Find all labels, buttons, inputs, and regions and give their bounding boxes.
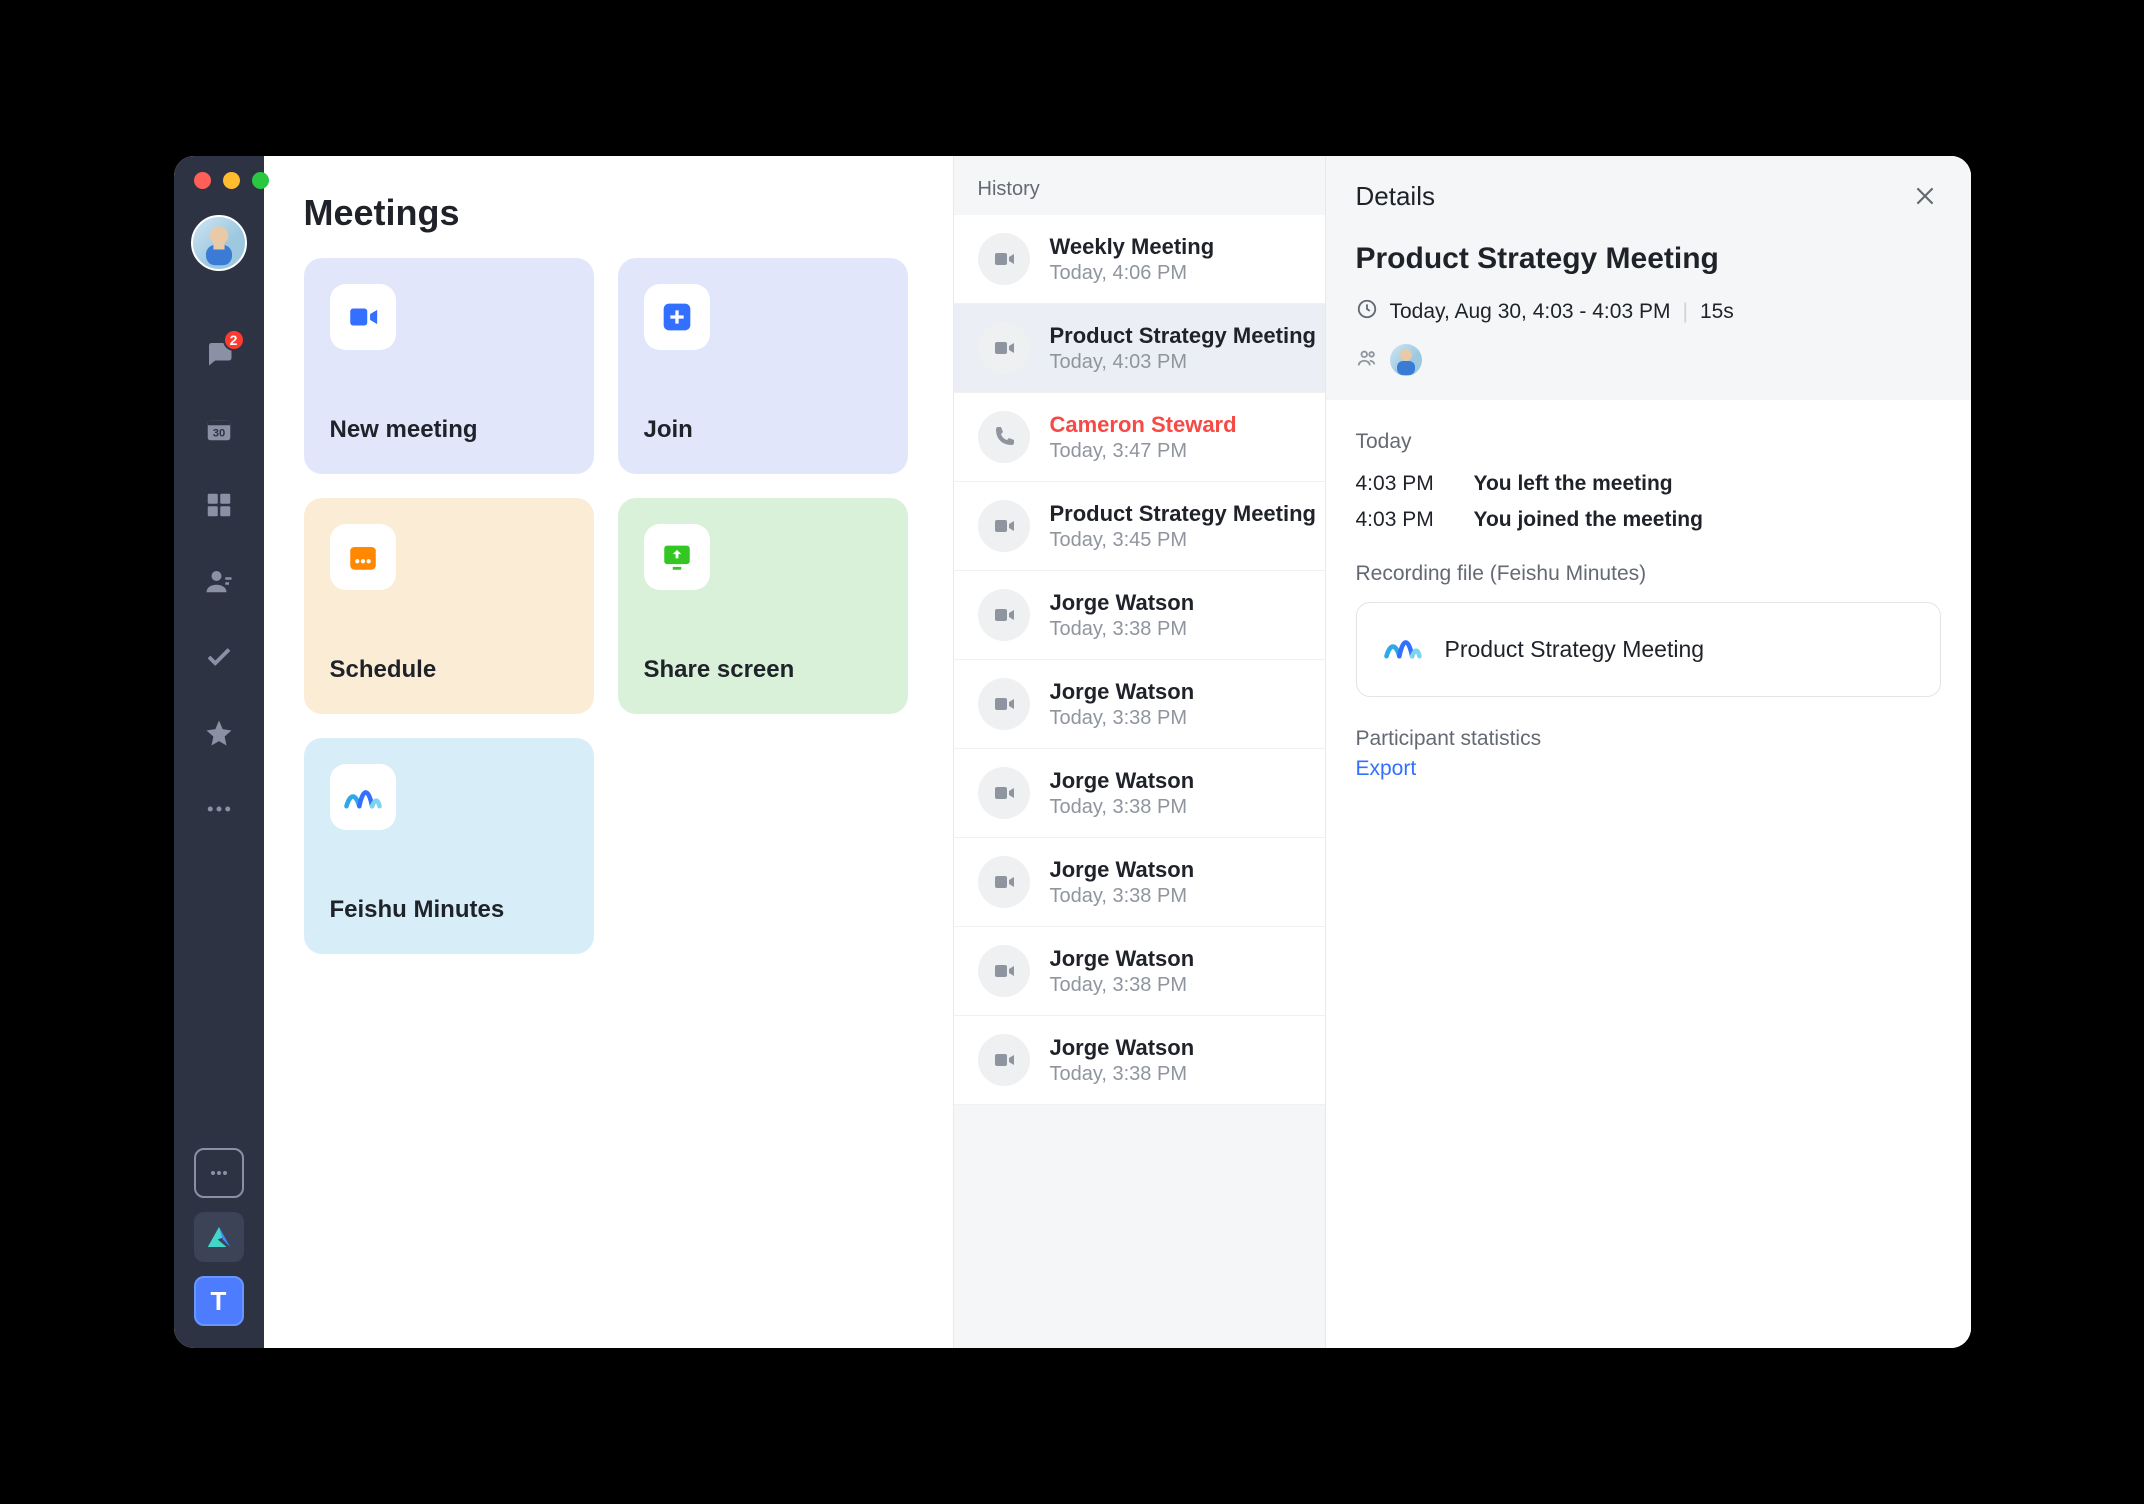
history-title: Weekly Meeting [1050,234,1215,260]
tile-feishu-minutes[interactable]: Feishu Minutes [304,738,594,954]
tile-label: Schedule [330,656,568,684]
video-icon [978,856,1030,908]
recording-card[interactable]: Product Strategy Meeting [1356,602,1941,697]
event-row: 4:03 PM You joined the meeting [1356,508,1941,532]
minimize-window-button[interactable] [223,172,240,189]
event-time: 4:03 PM [1356,472,1456,496]
history-title: Jorge Watson [1050,679,1195,705]
export-link[interactable]: Export [1356,757,1941,781]
nav-more[interactable] [201,791,237,827]
history-title: Jorge Watson [1050,857,1195,883]
history-time: Today, 4:03 PM [1050,351,1316,374]
svg-text:30: 30 [212,428,225,440]
video-plus-icon [330,284,396,350]
event-text: You left the meeting [1474,472,1673,496]
minutes-icon [330,764,396,830]
phone-icon [978,411,1030,463]
history-time: Today, 3:38 PM [1050,618,1195,641]
details-meeting-title: Product Strategy Meeting [1356,242,1941,276]
history-time: Today, 4:06 PM [1050,262,1215,285]
history-title: Cameron Steward [1050,412,1237,438]
clock-icon [1356,298,1378,326]
history-panel: History Weekly MeetingToday, 4:06 PMProd… [954,156,1971,1348]
maximize-window-button[interactable] [252,172,269,189]
history-time: Today, 3:38 PM [1050,796,1195,819]
details-panel: Details Product Strategy Meeting Today, … [1325,156,1971,1348]
history-time: Today, 3:47 PM [1050,440,1237,463]
details-title: Details [1356,181,1435,212]
history-title: Jorge Watson [1050,768,1195,794]
events-day-label: Today [1356,430,1941,454]
history-time: Today, 3:38 PM [1050,974,1195,997]
details-meta: Today, Aug 30, 4:03 - 4:03 PM | 15s [1356,298,1941,326]
tile-schedule[interactable]: Schedule [304,498,594,714]
video-icon [978,322,1030,374]
tile-label: Share screen [644,656,882,684]
history-title: Jorge Watson [1050,590,1195,616]
sidebar-nav: 2 30 [201,335,237,827]
stats-label: Participant statistics [1356,727,1941,751]
event-text: You joined the meeting [1474,508,1703,532]
details-time: Today, Aug 30, 4:03 - 4:03 PM [1390,300,1671,324]
video-icon [978,500,1030,552]
video-icon [978,1034,1030,1086]
history-title: Jorge Watson [1050,946,1195,972]
action-tiles: New meeting Join Schedule Share screen [304,258,913,954]
page-title: Meetings [304,192,913,234]
app-window: 2 30 [174,156,1971,1348]
events-list: 4:03 PM You left the meeting 4:03 PM You jo… [1356,472,1941,532]
main-panel: Meetings New meeting Join Schedule [264,156,954,1348]
participant-avatar[interactable] [1390,344,1422,376]
chat-badge: 2 [223,329,245,351]
user-avatar[interactable] [191,215,247,271]
video-icon [978,233,1030,285]
tile-share-screen[interactable]: Share screen [618,498,908,714]
history-time: Today, 3:38 PM [1050,885,1195,908]
close-details-button[interactable] [1909,180,1941,212]
minutes-icon [1381,625,1425,674]
mini-feishu-app[interactable] [194,1212,244,1262]
history-time: Today, 3:45 PM [1050,529,1316,552]
video-icon [978,589,1030,641]
nav-contacts[interactable] [201,563,237,599]
plus-icon [644,284,710,350]
event-row: 4:03 PM You left the meeting [1356,472,1941,496]
sidebar-bottom-apps: T [194,1148,244,1326]
nav-tasks[interactable] [201,639,237,675]
nav-apps[interactable] [201,487,237,523]
close-window-button[interactable] [194,172,211,189]
details-participants [1356,344,1941,376]
history-title: Jorge Watson [1050,1035,1195,1061]
calendar-icon [330,524,396,590]
video-icon [978,678,1030,730]
sidebar: 2 30 [174,156,264,1348]
history-time: Today, 3:38 PM [1050,1063,1195,1086]
tile-label: Feishu Minutes [330,896,568,924]
nav-favorites[interactable] [201,715,237,751]
event-time: 4:03 PM [1356,508,1456,532]
tile-label: Join [644,416,882,444]
share-screen-icon [644,524,710,590]
details-duration: 15s [1700,300,1734,324]
history-title: Product Strategy Meeting [1050,501,1316,527]
nav-chat[interactable]: 2 [201,335,237,371]
details-header: Details Product Strategy Meeting Today, … [1326,156,1971,400]
tile-join[interactable]: Join [618,258,908,474]
mini-more-apps[interactable] [194,1148,244,1198]
video-icon [978,945,1030,997]
tile-new-meeting[interactable]: New meeting [304,258,594,474]
window-controls [174,172,269,189]
history-time: Today, 3:38 PM [1050,707,1195,730]
recording-title: Product Strategy Meeting [1445,636,1705,663]
details-body: Today 4:03 PMYou left the meeting4:03 PM… [1326,400,1971,811]
participants-icon [1356,347,1378,374]
mini-t-app[interactable]: T [194,1276,244,1326]
mini-t-letter: T [211,1286,227,1317]
recording-label: Recording file (Feishu Minutes) [1356,562,1941,586]
history-title: Product Strategy Meeting [1050,323,1316,349]
tile-label: New meeting [330,416,568,444]
video-icon [978,767,1030,819]
nav-calendar[interactable]: 30 [201,411,237,447]
